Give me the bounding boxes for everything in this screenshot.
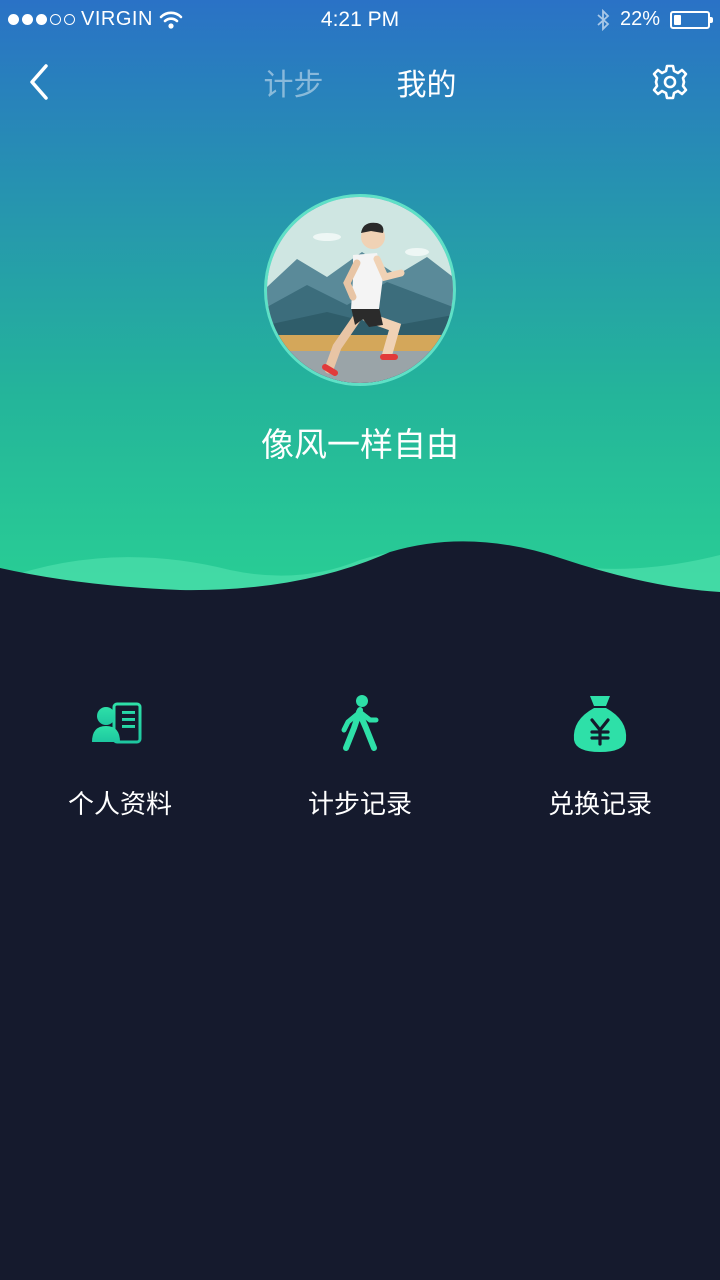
tab-steps[interactable]: 计步 (263, 60, 323, 104)
status-right: 22% (596, 8, 713, 31)
menu-label-step-records: 计步记录 (307, 790, 412, 820)
username: 像风一样自由 (261, 425, 459, 464)
user-avatar[interactable] (264, 194, 456, 386)
settings-button[interactable] (650, 62, 690, 102)
battery-icon (670, 10, 713, 29)
profile-card-icon (92, 702, 142, 744)
walking-icon (341, 695, 379, 751)
menu-label-exchange-records: 兑换记录 (547, 790, 652, 820)
money-bag-icon (573, 696, 627, 752)
battery-level-fill (674, 14, 682, 25)
gear-icon (652, 64, 688, 100)
tab-bar: 计步 我的 (0, 60, 720, 104)
menu-item-profile[interactable]: 个人资料 (0, 690, 240, 840)
menu-item-exchange-records[interactable]: 兑换记录 (480, 690, 720, 840)
status-bar: VIRGIN 4:21 PM 22% (0, 0, 720, 40)
my-page-screen: VIRGIN 4:21 PM 22% 计步 我的 像风一样自由 个人资料 计步记… (0, 0, 720, 1280)
menu-label-profile: 个人资料 (67, 790, 172, 820)
top-navigation: 计步 我的 (0, 50, 720, 114)
bluetooth-icon (597, 8, 610, 31)
menu-item-step-records[interactable]: 计步记录 (240, 690, 480, 840)
wave-divider (0, 541, 720, 650)
profile-menu: 个人资料 计步记录 兑换记录 (0, 690, 720, 840)
runner-avatar-image (267, 197, 453, 383)
battery-percentage: 22% (619, 8, 660, 30)
tab-mine[interactable]: 我的 (397, 60, 457, 104)
